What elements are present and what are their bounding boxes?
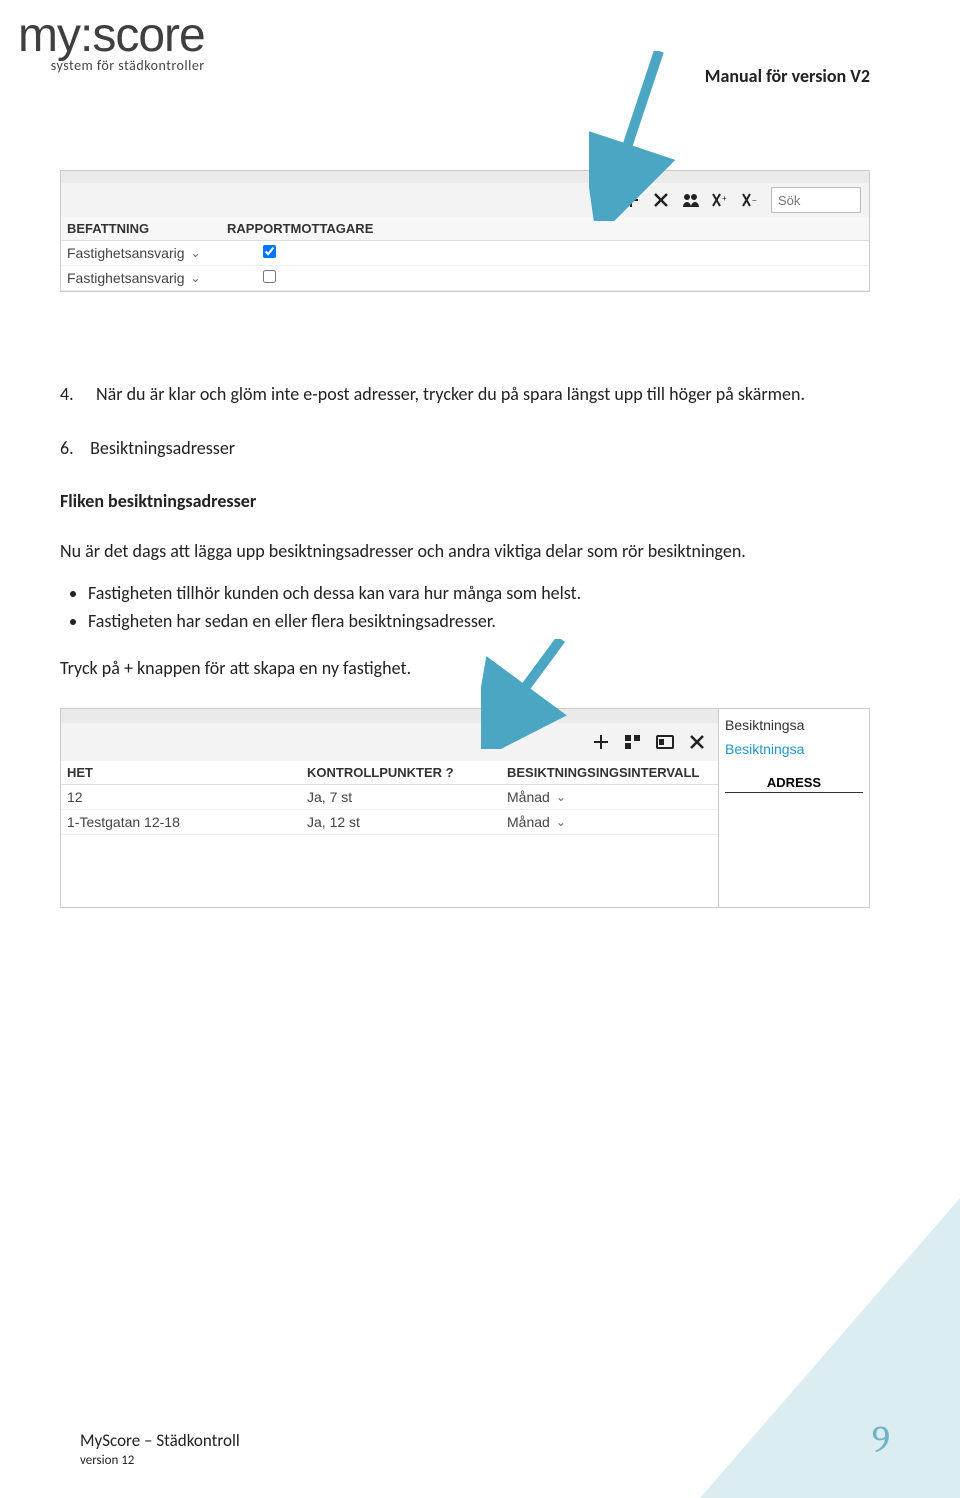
col-befattning: BEFATTNING xyxy=(67,221,227,236)
users-icon[interactable] xyxy=(681,190,701,210)
list-item: Fastigheten har sedan en eller flera bes… xyxy=(88,609,870,633)
cell-kp: Ja, 12 st xyxy=(307,814,507,830)
item-number: 4. xyxy=(60,382,96,406)
cell-het: 12 xyxy=(67,789,307,805)
logo: my:score system för städkontroller xyxy=(18,8,205,74)
item-text: När du är klar och glöm inte e-post adre… xyxy=(96,382,805,406)
cell-interval: Månad xyxy=(507,814,550,830)
footer-title: MyScore – Städkontroll xyxy=(80,1430,240,1451)
paragraph: Nu är det dags att lägga upp besiktnings… xyxy=(60,539,870,563)
logo-word: my:score xyxy=(18,8,205,63)
page-header: Manual för version V2 xyxy=(705,65,870,87)
cell-kp: Ja, 7 st xyxy=(307,789,507,805)
subheading: Fliken besiktningsadresser xyxy=(60,489,870,513)
heading-title: Besiktningsadresser xyxy=(90,437,235,459)
plus-icon[interactable] xyxy=(590,731,612,753)
toolbar: + − xyxy=(61,171,869,217)
side-label: Besiktningsa xyxy=(725,717,863,733)
numbered-item-4: 4. När du är klar och glöm inte e-post a… xyxy=(60,382,870,406)
cell-interval: Månad xyxy=(507,789,550,805)
heading-number: 6. xyxy=(60,436,86,460)
cell-role: Fastighetsansvarig xyxy=(67,270,185,286)
table-header: HET KONTROLLPUNKTER ? BESIKTNINGSINGSINT… xyxy=(61,761,718,785)
screenshot-property-table: HET KONTROLLPUNKTER ? BESIKTNINGSINGSINT… xyxy=(60,708,870,908)
col-rapportmottagare: RAPPORTMOTTAGARE xyxy=(227,221,407,236)
x-extra-icon-2[interactable]: − xyxy=(741,190,761,210)
x-extra-icon-1[interactable]: + xyxy=(711,190,731,210)
card-icon[interactable] xyxy=(654,731,676,753)
checkbox-receiver[interactable] xyxy=(263,270,276,283)
side-link[interactable]: Besiktningsa xyxy=(725,741,863,757)
page-number: 9 xyxy=(872,1418,890,1462)
side-panel: Besiktningsa Besiktningsa ADRESS xyxy=(719,709,869,907)
list-item: Fastigheten tillhör kunden och dessa kan… xyxy=(88,581,870,605)
footer-version: version 12 xyxy=(80,1453,240,1468)
chevron-down-icon[interactable]: ⌄ xyxy=(191,271,201,285)
cell-role: Fastighetsansvarig xyxy=(67,245,185,261)
multi-icon[interactable] xyxy=(622,731,644,753)
chevron-down-icon[interactable]: ⌄ xyxy=(191,246,201,260)
svg-text:−: − xyxy=(752,196,757,205)
plus-icon[interactable] xyxy=(621,190,641,210)
heading-6: 6. Besiktningsadresser xyxy=(60,436,870,460)
table-row[interactable]: Fastighetsansvarig ⌄ xyxy=(61,241,869,266)
table-row[interactable]: Fastighetsansvarig ⌄ xyxy=(61,266,869,291)
svg-text:+: + xyxy=(722,194,727,203)
cell-het: 1-Testgatan 12-18 xyxy=(67,814,307,830)
search-input[interactable] xyxy=(771,187,861,213)
screenshot-toolbar-table-1: + − BEFATTNING RAPPORTMOTTAGARE Fastighe… xyxy=(60,170,870,292)
col-het: HET xyxy=(67,765,307,780)
footer: MyScore – Städkontroll version 12 xyxy=(80,1430,240,1468)
table-row[interactable]: 1-Testgatan 12-18 Ja, 12 st Månad ⌄ xyxy=(61,810,718,835)
bullet-list: Fastigheten tillhör kunden och dessa kan… xyxy=(88,581,870,634)
chevron-down-icon[interactable]: ⌄ xyxy=(556,790,566,804)
close-icon[interactable] xyxy=(651,190,671,210)
table-row[interactable]: 12 Ja, 7 st Månad ⌄ xyxy=(61,785,718,810)
chevron-down-icon[interactable]: ⌄ xyxy=(556,815,566,829)
close-icon[interactable] xyxy=(686,731,708,753)
toolbar xyxy=(61,709,718,761)
checkbox-receiver[interactable] xyxy=(263,245,276,258)
body-text: 4. När du är klar och glöm inte e-post a… xyxy=(60,382,870,680)
table-header: BEFATTNING RAPPORTMOTTAGARE xyxy=(61,217,869,241)
decor-triangle xyxy=(700,1198,960,1498)
side-col-header: ADRESS xyxy=(725,775,863,793)
col-intervall: BESIKTNINGSINGSINTERVALL xyxy=(507,765,707,780)
paragraph: Tryck på + knappen för att skapa en ny f… xyxy=(60,656,870,680)
col-kontrollpunkter: KONTROLLPUNKTER ? xyxy=(307,765,507,780)
